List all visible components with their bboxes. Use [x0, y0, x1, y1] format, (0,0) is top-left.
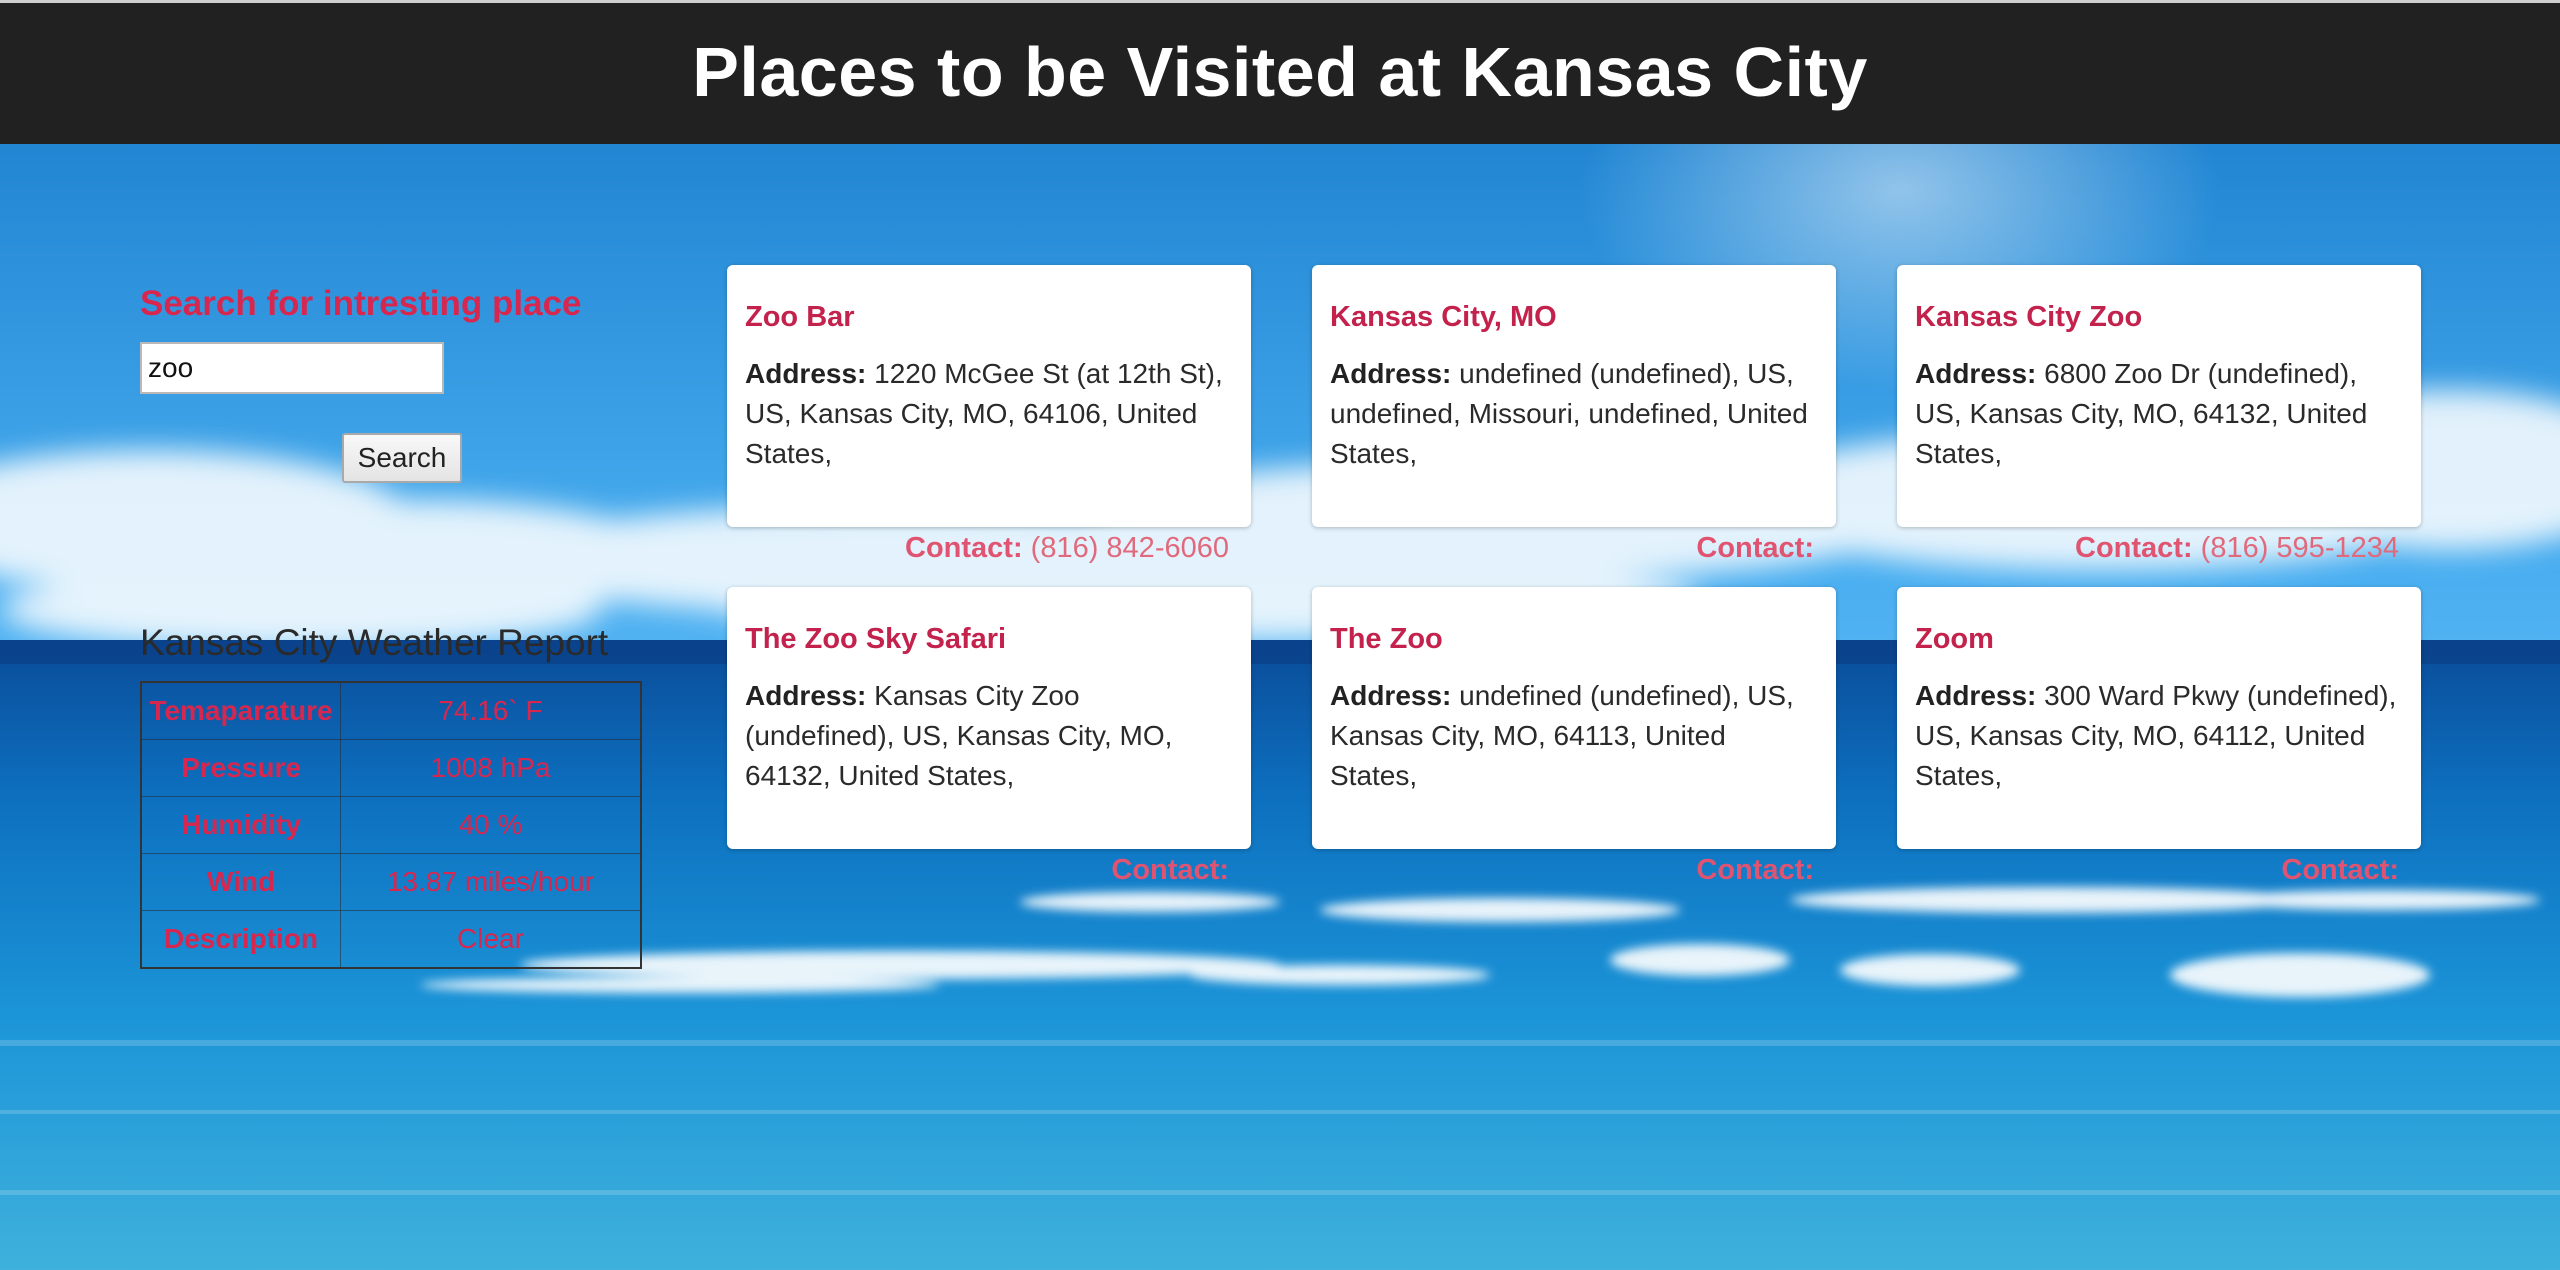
contact-label: Contact: [1111, 854, 1229, 886]
place-card-body: Kansas City, MO Address: undefined (unde… [1312, 265, 1836, 527]
search-button[interactable]: Search [342, 433, 462, 483]
weather-row-pressure: Pressure 1008 hPa [140, 739, 642, 797]
place-name: The Zoo Sky Safari [745, 623, 1007, 655]
contact-label: Contact: [1696, 854, 1814, 886]
weather-label: Humidity [140, 796, 341, 854]
address-label: Address: [1330, 680, 1452, 711]
place-name: The Zoo [1330, 623, 1443, 655]
place-address: Address: 6800 Zoo Dr (undefined), US, Ka… [1915, 354, 2403, 474]
weather-label: Temaparature [140, 681, 341, 740]
place-card-body: The Zoo Address: undefined (undefined), … [1312, 587, 1836, 849]
place-address: Address: Kansas City Zoo (undefined), US… [745, 676, 1233, 796]
place-card: The Zoo Address: undefined (undefined), … [1312, 587, 1836, 889]
place-contact: Contact: [727, 851, 1251, 889]
weather-title: Kansas City Weather Report [140, 622, 609, 663]
weather-value: 74.16` F [340, 681, 642, 740]
contact-label: Contact: [905, 532, 1023, 564]
place-card: Kansas City Zoo Address: 6800 Zoo Dr (un… [1897, 265, 2421, 567]
place-contact: Contact: (816) 595-1234 [1897, 529, 2421, 567]
place-card: Zoo Bar Address: 1220 McGee St (at 12th … [727, 265, 1251, 567]
place-name: Zoo Bar [745, 301, 855, 333]
contact-label: Contact: [2075, 532, 2193, 564]
place-name: Zoom [1915, 623, 1994, 655]
place-contact: Contact: [1897, 851, 2421, 889]
address-label: Address: [745, 358, 867, 389]
weather-row-temperature: Temaparature 74.16` F [140, 681, 642, 740]
weather-value: 13.87 miles/hour [340, 853, 642, 911]
place-address: Address: undefined (undefined), US, unde… [1330, 354, 1818, 474]
contact-label: Contact: [2281, 854, 2399, 886]
weather-value: Clear [340, 910, 642, 969]
search-input[interactable] [140, 342, 444, 394]
place-card: The Zoo Sky Safari Address: Kansas City … [727, 587, 1251, 889]
place-card: Kansas City, MO Address: undefined (unde… [1312, 265, 1836, 567]
contact-phone: (816) 595-1234 [2200, 532, 2399, 564]
weather-label: Wind [140, 853, 341, 911]
place-name: Kansas City, MO [1330, 301, 1557, 333]
place-card-body: Kansas City Zoo Address: 6800 Zoo Dr (un… [1897, 265, 2421, 527]
place-card-body: Zoom Address: 300 Ward Pkwy (undefined),… [1897, 587, 2421, 849]
page-title: Places to be Visited at Kansas City [692, 32, 1868, 111]
contact-phone: (816) 842-6060 [1030, 532, 1229, 564]
place-card: Zoom Address: 300 Ward Pkwy (undefined),… [1897, 587, 2421, 889]
place-name: Kansas City Zoo [1915, 301, 2143, 333]
place-address: Address: undefined (undefined), US, Kans… [1330, 676, 1818, 796]
place-address: Address: 1220 McGee St (at 12th St), US,… [745, 354, 1233, 474]
place-card-body: Zoo Bar Address: 1220 McGee St (at 12th … [727, 265, 1251, 527]
weather-label: Description [140, 910, 341, 969]
place-card-body: The Zoo Sky Safari Address: Kansas City … [727, 587, 1251, 849]
address-label: Address: [1915, 680, 2037, 711]
place-address: Address: 300 Ward Pkwy (undefined), US, … [1915, 676, 2403, 796]
search-heading: Search for intresting place [140, 284, 582, 323]
place-contact: Contact: [1312, 851, 1836, 889]
weather-row-humidity: Humidity 40 % [140, 796, 642, 854]
address-label: Address: [1330, 358, 1452, 389]
place-contact: Contact: [1312, 529, 1836, 567]
weather-row-description: Description Clear [140, 910, 642, 969]
address-label: Address: [1915, 358, 2037, 389]
contact-label: Contact: [1696, 532, 1814, 564]
weather-table: Temaparature 74.16` F Pressure 1008 hPa … [140, 681, 642, 969]
weather-value: 1008 hPa [340, 739, 642, 797]
weather-value: 40 % [340, 796, 642, 854]
page-header: Places to be Visited at Kansas City [0, 0, 2560, 144]
address-label: Address: [745, 680, 867, 711]
place-contact: Contact: (816) 842-6060 [727, 529, 1251, 567]
weather-label: Pressure [140, 739, 341, 797]
weather-row-wind: Wind 13.87 miles/hour [140, 853, 642, 911]
